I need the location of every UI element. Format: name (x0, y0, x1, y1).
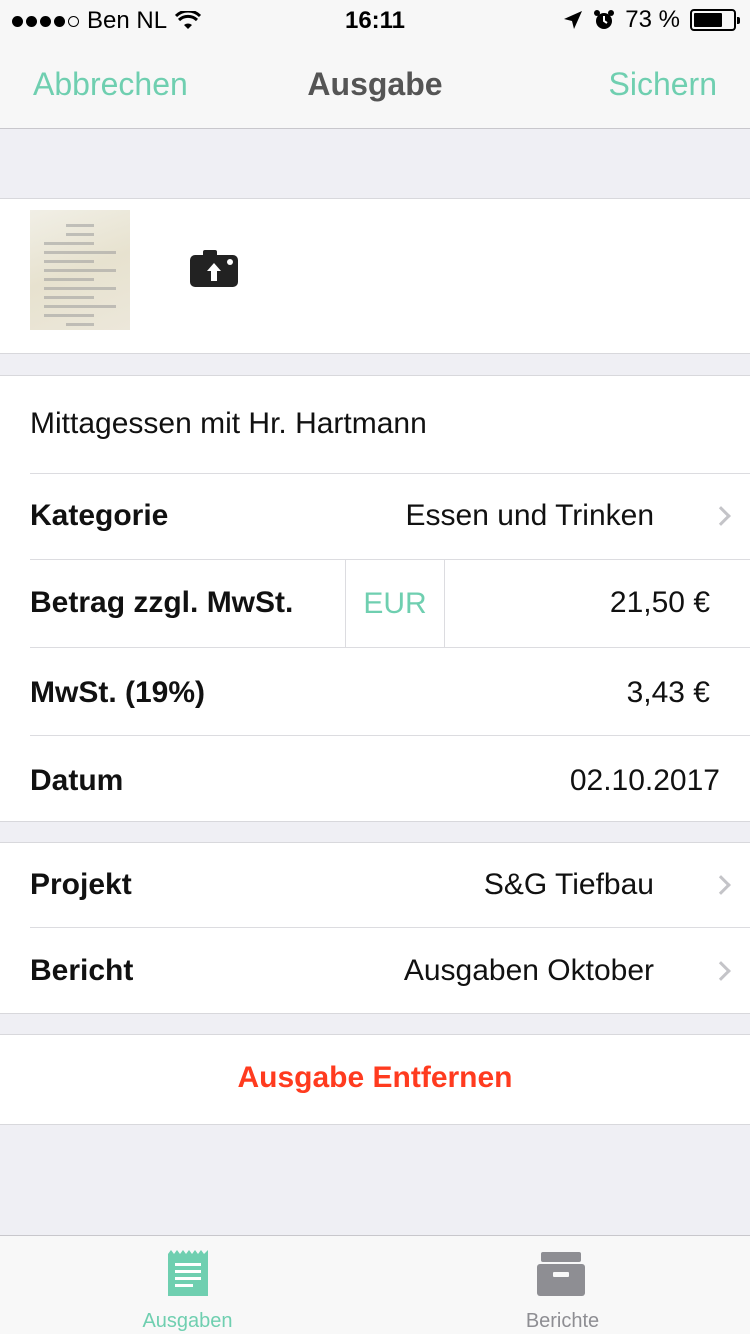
vat-label: MwSt. (19%) (30, 676, 206, 709)
tab-ausgaben[interactable]: Ausgaben (0, 1236, 375, 1334)
tab-label: Berichte (525, 1310, 600, 1332)
amount-row: Betrag zzgl. MwSt. EUR 21,50 € (30, 560, 750, 648)
tab-label: Ausgaben (142, 1310, 233, 1332)
location-arrow-icon (564, 11, 583, 29)
date-row[interactable]: Datum 02.10.2017 (30, 736, 750, 822)
camera-upload-icon (207, 263, 221, 281)
project-value: S&G Tiefbau (483, 868, 654, 901)
description-field[interactable]: Mittagessen mit Hr. Hartmann (30, 407, 427, 441)
project-label: Projekt (30, 868, 132, 901)
report-value: Ausgaben Oktober (403, 954, 654, 987)
description-row[interactable]: Mittagessen mit Hr. Hartmann (30, 376, 750, 474)
receipt-thumbnail[interactable] (30, 210, 130, 330)
amount-input[interactable]: 21,50 € (610, 586, 710, 620)
tab-berichte[interactable]: Berichte (375, 1236, 750, 1334)
project-row[interactable]: Projekt S&G Tiefbau (30, 843, 750, 928)
upload-photo-button[interactable] (190, 250, 238, 287)
navigation-bar: Abbrechen Ausgabe Sichern (0, 40, 750, 129)
vat-row: MwSt. (19%) 3,43 € (30, 648, 750, 736)
date-value[interactable]: 02.10.2017 (570, 764, 720, 798)
currency-selector[interactable]: EUR (345, 560, 445, 648)
report-row[interactable]: Bericht Ausgaben Oktober (30, 928, 750, 1014)
assignment-section: Projekt S&G Tiefbau Bericht Ausgaben Okt… (0, 842, 750, 1014)
alarm-icon (594, 10, 615, 29)
chevron-right-icon (711, 961, 731, 981)
delete-expense-button[interactable]: Ausgabe Entfernen (0, 1061, 750, 1095)
vat-input[interactable]: 3,43 € (627, 676, 710, 710)
battery-icon (690, 9, 740, 31)
receipt-icon (168, 1250, 208, 1296)
amount-label: Betrag zzgl. MwSt. (30, 586, 294, 619)
status-bar: Ben NL 16:11 73 % (0, 0, 750, 40)
battery-percent: 73 % (625, 6, 680, 33)
category-row[interactable]: Kategorie Essen und Trinken (30, 474, 750, 560)
report-label: Bericht (30, 954, 134, 987)
category-label: Kategorie (30, 499, 169, 532)
chevron-right-icon (711, 506, 731, 526)
save-button[interactable]: Sichern (609, 66, 718, 103)
delete-section: Ausgabe Entfernen (0, 1034, 750, 1125)
expense-details-section: Mittagessen mit Hr. Hartmann Kategorie E… (0, 375, 750, 822)
tab-bar: Ausgaben Berichte (0, 1235, 750, 1334)
archive-box-icon (537, 1252, 585, 1296)
date-label: Datum (30, 764, 124, 797)
chevron-right-icon (711, 875, 731, 895)
category-value: Essen und Trinken (405, 499, 654, 532)
receipt-photo-section (0, 198, 750, 354)
status-right-group: 73 % (563, 6, 740, 34)
currency-label: EUR (363, 587, 427, 620)
